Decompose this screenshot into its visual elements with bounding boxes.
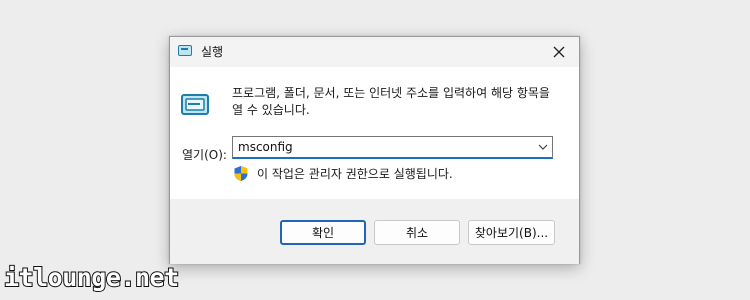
dialog-footer: 확인 취소 찾아보기(B)... xyxy=(170,199,579,264)
window-title: 실행 xyxy=(201,45,224,59)
run-icon xyxy=(181,94,209,115)
run-app-icon xyxy=(178,45,192,56)
browse-button[interactable]: 찾아보기(B)... xyxy=(468,220,555,245)
run-dialog: 실행 프로그램, 폴더, 문서, 또는 인터넷 주소를 입력하여 해당 항목을 … xyxy=(169,36,580,264)
dialog-description: 프로그램, 폴더, 문서, 또는 인터넷 주소를 입력하여 해당 항목을 열 수… xyxy=(232,86,550,117)
admin-notice: 이 작업은 관리자 권한으로 실행됩니다. xyxy=(233,164,453,182)
chevron-down-icon[interactable] xyxy=(537,142,549,152)
admin-notice-text: 이 작업은 관리자 권한으로 실행됩니다. xyxy=(257,166,453,181)
site-watermark: itlounge.net xyxy=(3,262,180,293)
ok-button[interactable]: 확인 xyxy=(280,220,366,245)
title-bar[interactable]: 실행 xyxy=(170,37,579,67)
shield-icon xyxy=(234,165,248,181)
open-label: 열기(O): xyxy=(182,148,227,162)
close-icon xyxy=(553,46,565,58)
cancel-button[interactable]: 취소 xyxy=(374,220,460,245)
close-button[interactable] xyxy=(539,37,579,67)
open-input[interactable] xyxy=(232,136,553,159)
dialog-body: 프로그램, 폴더, 문서, 또는 인터넷 주소를 입력하여 해당 항목을 열 수… xyxy=(170,67,579,199)
